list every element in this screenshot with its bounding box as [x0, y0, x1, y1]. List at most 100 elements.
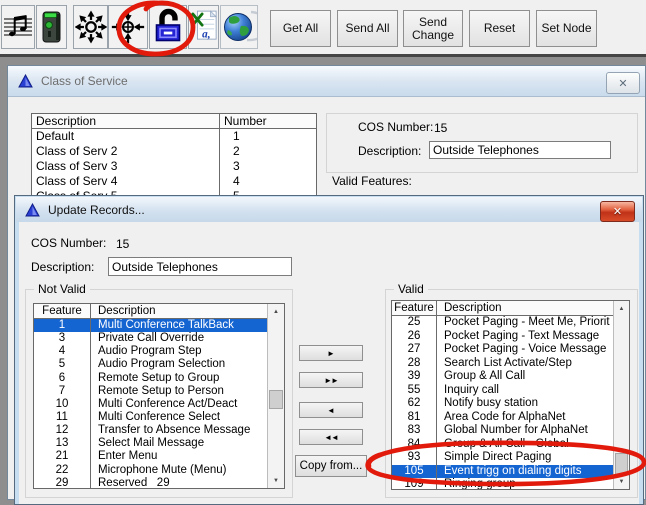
col-feature[interactable]: Feature: [34, 304, 91, 318]
dialog-title: Update Records...: [48, 203, 145, 217]
feature-row[interactable]: 55 Inquiry call: [392, 384, 613, 398]
dialog-close-button[interactable]: ✕: [600, 201, 635, 222]
feature-row[interactable]: 10 Multi Conference Act/Deact: [34, 398, 267, 411]
move-all-right-button[interactable]: ►►: [299, 372, 363, 388]
feature-row[interactable]: 39 Group & All Call: [392, 370, 613, 384]
cos-row-number: 4: [220, 174, 316, 189]
feature-row[interactable]: 28 Search List Activate/Step: [392, 357, 613, 371]
cos-titlebar[interactable]: Class of Service ✕: [8, 66, 645, 97]
move-all-left-button[interactable]: ◄◄: [299, 429, 363, 445]
send-change-label: Send Change: [412, 16, 454, 42]
get-all-label: Get All: [283, 22, 318, 35]
feature-row[interactable]: 109 Ringing group: [392, 478, 613, 490]
feature-row[interactable]: 12 Transfer to Absence Message: [34, 424, 267, 437]
feature-number: 109: [392, 478, 437, 490]
valid-scrollbar[interactable]: ▲ ▼: [613, 301, 629, 489]
move-left-button[interactable]: ◄: [299, 402, 363, 418]
feature-row[interactable]: 93 Simple Direct Paging: [392, 451, 613, 465]
scroll-down-icon[interactable]: ▼: [614, 474, 629, 489]
feature-number: 81: [392, 411, 437, 425]
feature-description: Group & All Call - Global: [437, 438, 613, 452]
cos-row[interactable]: Class of Serv 2 2: [32, 144, 316, 159]
feature-description: Pocket Paging - Meet Me, Priorit: [437, 316, 613, 330]
arrow-double-left-icon: ◄◄: [324, 433, 338, 442]
feature-number: 11: [34, 411, 91, 424]
arrows-out-button[interactable]: [73, 5, 108, 49]
arrow-right-icon: ►: [327, 349, 335, 358]
col-description[interactable]: Description: [91, 304, 267, 318]
music-score-button[interactable]: [1, 5, 35, 49]
valid-label: Valid: [394, 282, 428, 296]
cos-row-number: 2: [220, 144, 316, 159]
feature-row[interactable]: 29 Reserved 29: [34, 477, 267, 489]
scroll-thumb[interactable]: [615, 453, 628, 475]
cos-col-number[interactable]: Number: [220, 114, 316, 128]
excel-export-button[interactable]: a,: [188, 5, 219, 49]
scroll-up-icon[interactable]: ▲: [268, 304, 284, 319]
feature-row[interactable]: 1 Multi Conference TalkBack: [34, 319, 267, 332]
app-triangle-icon: [25, 203, 40, 217]
send-change-button[interactable]: Send Change: [403, 10, 463, 47]
scroll-down-icon[interactable]: ▼: [268, 473, 284, 488]
cos-description-input[interactable]: [429, 141, 611, 159]
svg-text:a,: a,: [202, 28, 210, 40]
reset-button[interactable]: Reset: [469, 10, 530, 47]
cos-row[interactable]: Class of Serv 3 3: [32, 159, 316, 174]
feature-number: 26: [392, 330, 437, 344]
feature-description: Group & All Call: [437, 370, 613, 384]
cos-close-button[interactable]: ✕: [606, 72, 640, 94]
cos-col-description[interactable]: Description: [32, 114, 220, 128]
feature-row[interactable]: 5 Audio Program Selection: [34, 358, 267, 371]
feature-row[interactable]: 84 Group & All Call - Global: [392, 438, 613, 452]
arrows-in-button[interactable]: [108, 5, 148, 49]
cos-row-description: Class of Serv 3: [32, 159, 220, 174]
feature-row[interactable]: 27 Pocket Paging - Voice Message: [392, 343, 613, 357]
feature-number: 5: [34, 358, 91, 371]
scroll-up-icon[interactable]: ▲: [614, 301, 629, 316]
scroll-thumb[interactable]: [269, 390, 283, 409]
feature-description: Pocket Paging - Text Message: [437, 330, 613, 344]
send-all-button[interactable]: Send All: [337, 10, 398, 47]
intercom-button[interactable]: [36, 5, 67, 49]
feature-row[interactable]: 81 Area Code for AlphaNet: [392, 411, 613, 425]
feature-number: 55: [392, 384, 437, 398]
feature-number: 28: [392, 357, 437, 371]
col-description[interactable]: Description: [437, 301, 613, 315]
dialog-titlebar[interactable]: Update Records... ✕: [16, 197, 642, 222]
cos-description-label: Description:: [358, 144, 421, 158]
col-feature[interactable]: Feature: [392, 301, 437, 315]
set-node-button[interactable]: Set Node: [536, 10, 597, 47]
feature-description: Inquiry call: [437, 384, 613, 398]
copy-from-label: Copy from...: [300, 460, 363, 472]
feature-row[interactable]: 105 Event trigg on dialing digits: [392, 465, 613, 479]
move-right-button[interactable]: ►: [299, 345, 363, 361]
feature-row[interactable]: 26 Pocket Paging - Text Message: [392, 330, 613, 344]
feature-description: Notify busy station: [437, 397, 613, 411]
cos-row[interactable]: Class of Serv 4 4: [32, 174, 316, 189]
feature-row[interactable]: 3 Private Call Override: [34, 332, 267, 345]
dlg-description-input[interactable]: [108, 257, 292, 276]
feature-row[interactable]: 83 Global Number for AlphaNet: [392, 424, 613, 438]
feature-row[interactable]: 62 Notify busy station: [392, 397, 613, 411]
intercom-device-icon: [39, 9, 65, 45]
feature-row[interactable]: 6 Remote Setup to Group: [34, 372, 267, 385]
set-node-label: Set Node: [541, 22, 591, 35]
globe-button[interactable]: [220, 5, 258, 49]
feature-number: 27: [392, 343, 437, 357]
get-all-button[interactable]: Get All: [270, 10, 331, 47]
feature-row[interactable]: 25 Pocket Paging - Meet Me, Priorit: [392, 316, 613, 330]
feature-description: Remote Setup to Group: [91, 372, 267, 385]
app-triangle-icon: [18, 74, 33, 88]
not-valid-scrollbar[interactable]: ▲ ▼: [267, 304, 284, 488]
copy-from-button[interactable]: Copy from...: [295, 455, 367, 477]
feature-row[interactable]: 13 Select Mail Message: [34, 437, 267, 450]
dlg-cos-number-label: COS Number:: [31, 236, 106, 250]
feature-row[interactable]: 11 Multi Conference Select: [34, 411, 267, 424]
feature-row[interactable]: 22 Microphone Mute (Menu): [34, 464, 267, 477]
feature-number: 105: [392, 465, 437, 479]
feature-row[interactable]: 7 Remote Setup to Person: [34, 385, 267, 398]
feature-row[interactable]: 4 Audio Program Step: [34, 345, 267, 358]
feature-row[interactable]: 21 Enter Menu: [34, 450, 267, 463]
cos-row[interactable]: Default 1: [32, 129, 316, 144]
unlock-button[interactable]: [149, 5, 187, 49]
